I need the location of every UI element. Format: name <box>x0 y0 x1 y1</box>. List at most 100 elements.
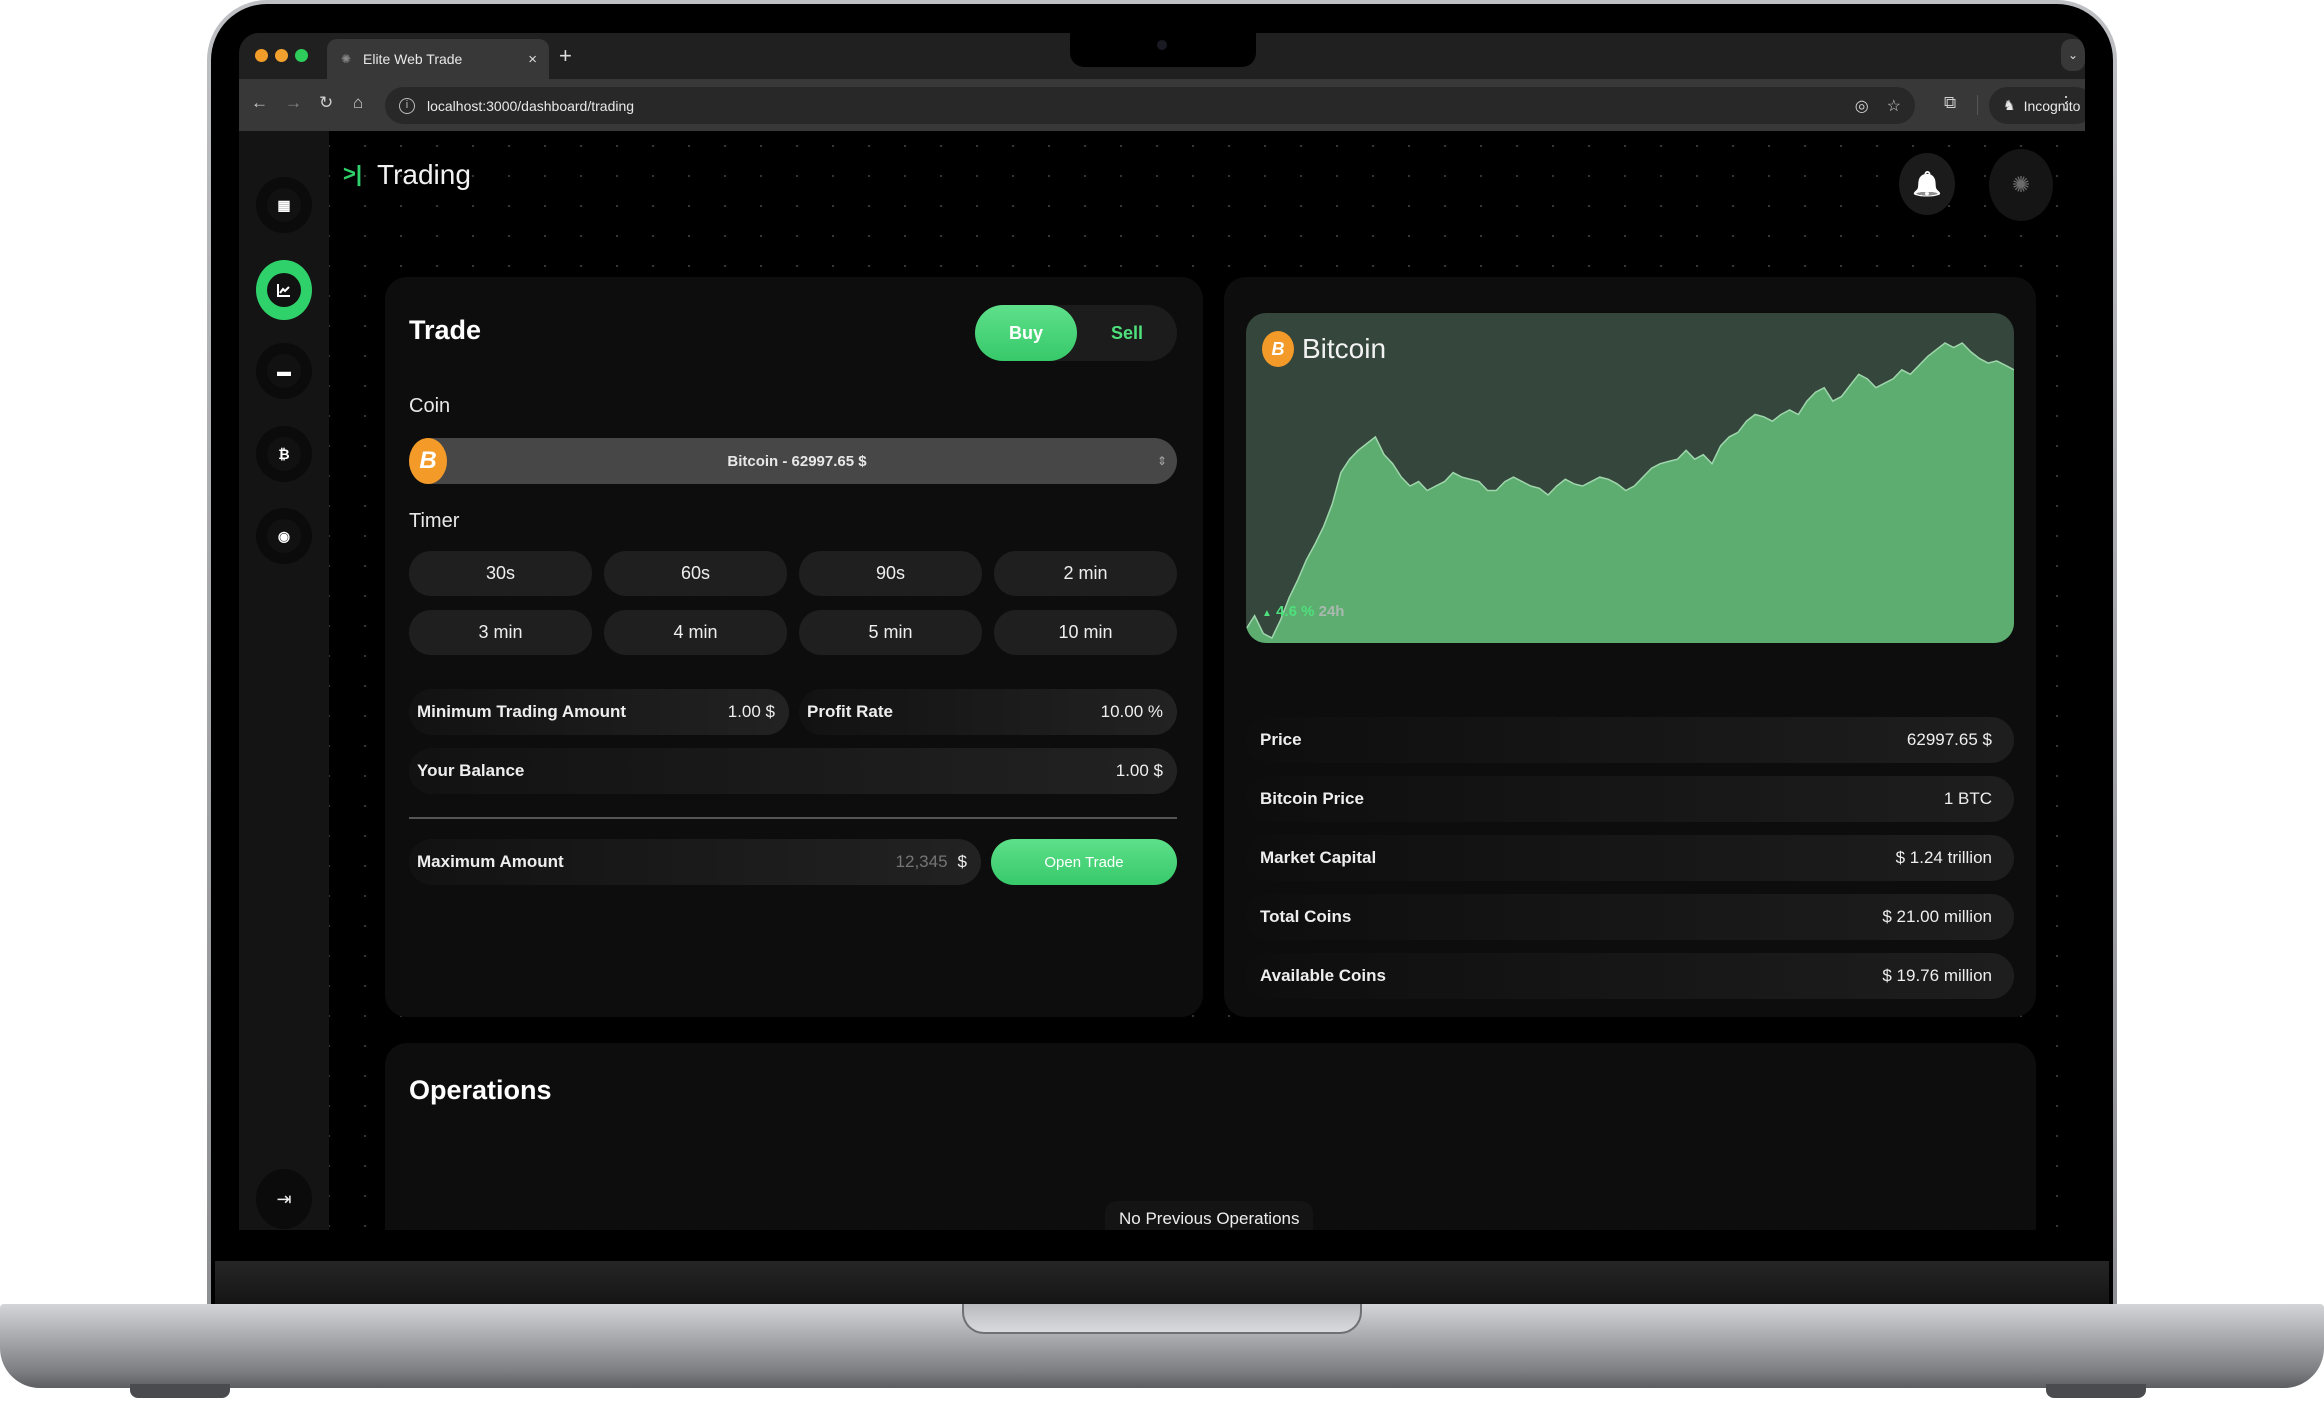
timer-option[interactable]: 4 min <box>604 610 787 655</box>
stat-label: Market Capital <box>1260 848 1377 867</box>
tab-search-button[interactable]: ⌄ <box>2061 39 2085 71</box>
sidebar-item-trading[interactable] <box>256 260 312 320</box>
stat-value: $ 19.76 million <box>1882 966 1992 985</box>
chart-header: B Bitcoin <box>1262 331 1386 367</box>
camera-icon <box>1157 40 1167 50</box>
timer-option[interactable]: 10 min <box>994 610 1177 655</box>
stat-row-price: Price 62997.65 $ <box>1246 717 2014 763</box>
timer-option[interactable]: 60s <box>604 551 787 596</box>
eye-off-icon[interactable]: ◎ <box>1855 96 1869 116</box>
your-balance: Your Balance 1.00 $ <box>409 748 1177 794</box>
card-icon: ▬ <box>267 354 301 388</box>
dashboard-icon: ▦ <box>267 188 301 222</box>
buy-sell-toggle: Buy Sell <box>975 305 1177 361</box>
balance-value: 1.00 $ <box>1115 761 1163 780</box>
operations-card: Operations No Previous Operations <box>385 1043 2036 1230</box>
toolbar-divider <box>1977 95 1978 115</box>
close-window-button[interactable] <box>255 49 268 62</box>
empty-state-message: No Previous Operations <box>1105 1201 1314 1230</box>
stat-label: Total Coins <box>1260 907 1352 926</box>
bell-icon: 🔔 <box>1912 170 1942 198</box>
timer-option[interactable]: 90s <box>799 551 982 596</box>
stat-value: 62997.65 $ <box>1906 730 1992 749</box>
min-amount-label: Minimum Trading Amount <box>417 702 627 721</box>
coin-label: Coin <box>409 395 451 417</box>
reload-icon[interactable]: ↻ <box>319 93 333 113</box>
profit-rate: Profit Rate 10.00 % <box>799 689 1177 735</box>
profit-rate-label: Profit Rate <box>807 702 893 721</box>
sidebar-item-cards[interactable]: ▬ <box>256 343 312 399</box>
home-icon[interactable]: ⌂ <box>353 93 363 113</box>
sell-button[interactable]: Sell <box>1077 305 1177 361</box>
operations-title: Operations <box>409 1075 552 1105</box>
timer-option[interactable]: 30s <box>409 551 592 596</box>
trade-card: Trade Buy Sell Coin B Bitcoin - 62997.65… <box>385 277 1203 1017</box>
sidebar-item-dashboard[interactable]: ▦ <box>256 177 312 233</box>
min-trading-amount: Minimum Trading Amount 1.00 $ <box>409 689 789 735</box>
max-amount-input[interactable] <box>827 852 948 872</box>
url-text[interactable]: localhost:3000/dashboard/trading <box>427 98 1837 114</box>
bitcoin-icon: B <box>1262 331 1294 367</box>
bitcoin-icon: B <box>409 438 447 484</box>
max-amount-currency: $ <box>957 852 967 871</box>
timer-option[interactable]: 2 min <box>994 551 1177 596</box>
tab-title: Elite Web Trade <box>363 51 463 67</box>
laptop-bezel <box>215 1261 2109 1310</box>
chart-change: ▲ 4.6 % 24h <box>1262 603 1344 620</box>
trading-page: ▦ ▬ ₿ ◉ ⇥ >| Trading 🔔 ✺ Trade Buy Sell … <box>239 131 2085 1230</box>
new-tab-button[interactable]: + <box>559 43 572 69</box>
change-value: 4.6 % <box>1276 603 1315 620</box>
open-trade-button[interactable]: Open Trade <box>991 839 1177 885</box>
logout-icon: ⇥ <box>276 1188 292 1209</box>
stat-value: $ 1.24 trillion <box>1895 848 1992 867</box>
stat-row-available-coins: Available Coins $ 19.76 million <box>1246 953 2014 999</box>
forward-icon[interactable]: → <box>285 93 302 113</box>
favicon-icon: ✺ <box>340 52 352 66</box>
laptop-foot-right <box>2046 1384 2146 1398</box>
stat-label: Available Coins <box>1260 966 1386 985</box>
stat-row-bitcoin-price: Bitcoin Price 1 BTC <box>1246 776 2014 822</box>
eye-icon: ◉ <box>267 519 301 553</box>
max-amount-label: Maximum Amount <box>417 852 564 871</box>
up-arrow-icon: ▲ <box>1262 608 1272 619</box>
timer-options: 30s 60s 90s 2 min 3 min 4 min 5 min 10 m… <box>409 551 1177 655</box>
notifications-button[interactable]: 🔔 <box>1899 153 1955 215</box>
address-bar[interactable]: i localhost:3000/dashboard/trading ◎ ☆ <box>385 87 1915 124</box>
stat-label: Bitcoin Price <box>1260 789 1364 808</box>
bookmark-star-icon[interactable]: ☆ <box>1887 96 1901 116</box>
max-amount-field: Maximum Amount $ <box>409 839 981 885</box>
coin-stats: Price 62997.65 $ Bitcoin Price 1 BTC Marke… <box>1246 717 2014 1012</box>
minimize-window-button[interactable] <box>275 49 288 62</box>
laptop-opening-notch <box>962 1304 1362 1334</box>
sidebar: ▦ ▬ ₿ ◉ ⇥ <box>239 131 329 1230</box>
timer-option[interactable]: 5 min <box>799 610 982 655</box>
sidebar-toggle-icon[interactable]: >| <box>343 161 362 187</box>
back-icon[interactable]: ← <box>251 93 268 113</box>
buy-button[interactable]: Buy <box>975 305 1077 361</box>
close-tab-icon[interactable]: × <box>528 51 537 68</box>
logo-icon: ✺ <box>2011 172 2031 197</box>
address-toolbar: ← → ↻ ⌂ i localhost:3000/dashboard/tradi… <box>239 79 2085 131</box>
site-info-icon[interactable]: i <box>399 97 415 114</box>
maximize-window-button[interactable] <box>295 49 308 62</box>
min-amount-value: 1.00 $ <box>727 702 775 721</box>
browser-window: ✺ Elite Web Trade × + ⌄ ← → ↻ ⌂ i localh… <box>239 33 2085 1230</box>
divider <box>409 817 1177 819</box>
page-title: Trading <box>377 159 471 190</box>
trade-title: Trade <box>409 315 482 345</box>
logout-button[interactable]: ⇥ <box>256 1169 312 1229</box>
camera-notch <box>1070 33 1256 67</box>
coin-select[interactable]: B Bitcoin - 62997.65 $ ⇕ <box>409 438 1177 484</box>
browser-menu-icon[interactable]: ⋮ <box>2057 93 2075 114</box>
stat-value: 1 BTC <box>1943 789 1992 808</box>
browser-tab[interactable]: ✺ Elite Web Trade × <box>327 39 549 79</box>
sidebar-item-watchlist[interactable]: ◉ <box>256 508 312 564</box>
avatar[interactable]: ✺ <box>1989 149 2053 221</box>
laptop-foot-left <box>130 1384 230 1398</box>
sidebar-item-bitcoin[interactable]: ₿ <box>256 426 312 482</box>
timer-option[interactable]: 3 min <box>409 610 592 655</box>
extensions-icon[interactable]: ⧉ <box>1944 93 1956 113</box>
stat-row-market-capital: Market Capital $ 1.24 trillion <box>1246 835 2014 881</box>
coin-info-card: B Bitcoin ▲ 4.6 % 24h Price 62997.65 $ Bi… <box>1224 277 2036 1017</box>
change-period: 24h <box>1318 603 1345 620</box>
